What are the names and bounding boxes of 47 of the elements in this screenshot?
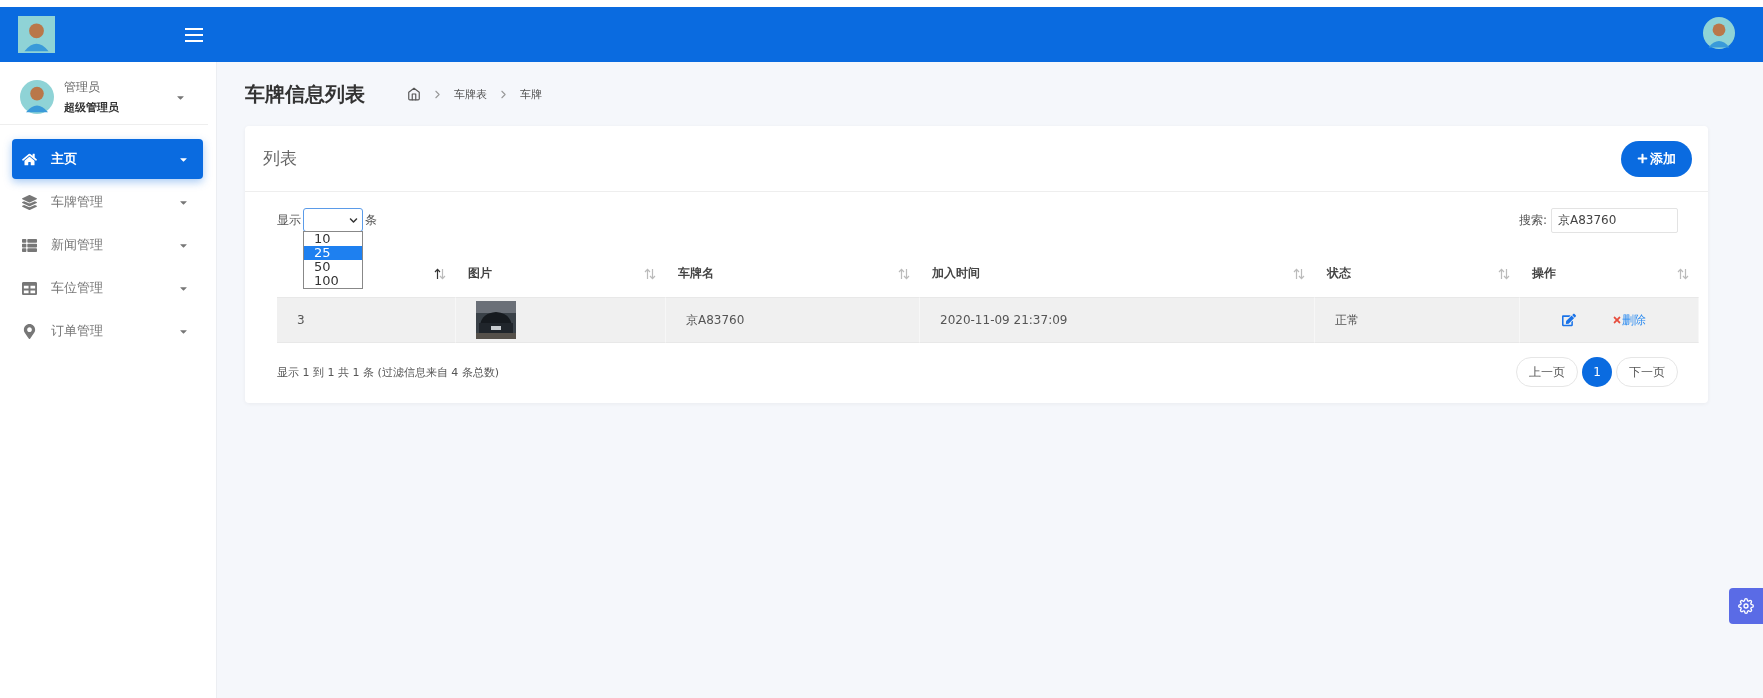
sidebar-item[interactable]: 主页 (12, 139, 203, 179)
user-avatar (20, 80, 54, 114)
length-unit: 条 (365, 211, 377, 229)
page-number[interactable]: 1 (1582, 357, 1612, 387)
table-cell: 正常 (1315, 297, 1520, 343)
plus-icon (1637, 153, 1648, 164)
table-cell: 2020-11-09 21:37:09 (920, 297, 1315, 343)
column-header[interactable]: 状态 (1327, 265, 1351, 282)
table-info: 显示 1 到 1 共 1 条 (过滤信息来自 4 条总数) (277, 364, 500, 380)
card-title: 列表 (263, 147, 297, 170)
column-header[interactable]: 加入时间 (932, 265, 980, 282)
dropdown-option[interactable]: 25 (304, 246, 362, 260)
user-avatar (1703, 16, 1735, 49)
home-icon[interactable] (407, 87, 421, 101)
map-pin-icon (22, 323, 37, 339)
chevron-down-icon (349, 215, 358, 225)
breadcrumb-item[interactable]: 车牌表 (454, 86, 487, 102)
table-cell: 京A83760 (666, 297, 920, 343)
layers-icon (22, 194, 37, 210)
length-label: 显示 (277, 211, 301, 229)
user-name: 管理员 (64, 79, 101, 96)
add-button[interactable]: 添加 (1621, 140, 1692, 177)
column-header[interactable]: 车牌名 (678, 265, 714, 282)
column-header[interactable]: 图片 (468, 265, 492, 282)
prev-page-button[interactable]: 上一页 (1516, 357, 1578, 387)
sort-icon[interactable] (434, 267, 446, 280)
search-label: 搜索: (1518, 211, 1547, 229)
sidebar-item[interactable]: 车牌管理 (12, 182, 203, 222)
search-field[interactable]: 京A83760 (1551, 207, 1678, 233)
breadcrumb-item[interactable]: 车牌 (520, 86, 542, 102)
sidebar-item[interactable]: 新闻管理 (12, 225, 203, 265)
column-header[interactable]: 操作 (1532, 265, 1556, 282)
home-icon (22, 151, 37, 167)
settings-icon (1738, 598, 1754, 614)
grid-icon (22, 280, 37, 296)
next-page-button[interactable]: 下一页 (1616, 357, 1678, 387)
sidebar-item[interactable]: 订单管理 (12, 311, 203, 351)
page-title: 车牌信息列表 (245, 80, 365, 108)
sidebar-item[interactable]: 车位管理 (12, 268, 203, 308)
logo-avatar (18, 16, 55, 53)
table-cell: 3 (277, 297, 456, 343)
menu-icon[interactable] (185, 27, 203, 42)
list-icon (22, 237, 37, 253)
close-icon (1612, 315, 1622, 325)
settings-button[interactable] (1729, 588, 1763, 624)
user-role: 超级管理员 (64, 100, 120, 115)
edit-icon[interactable] (1562, 313, 1576, 327)
